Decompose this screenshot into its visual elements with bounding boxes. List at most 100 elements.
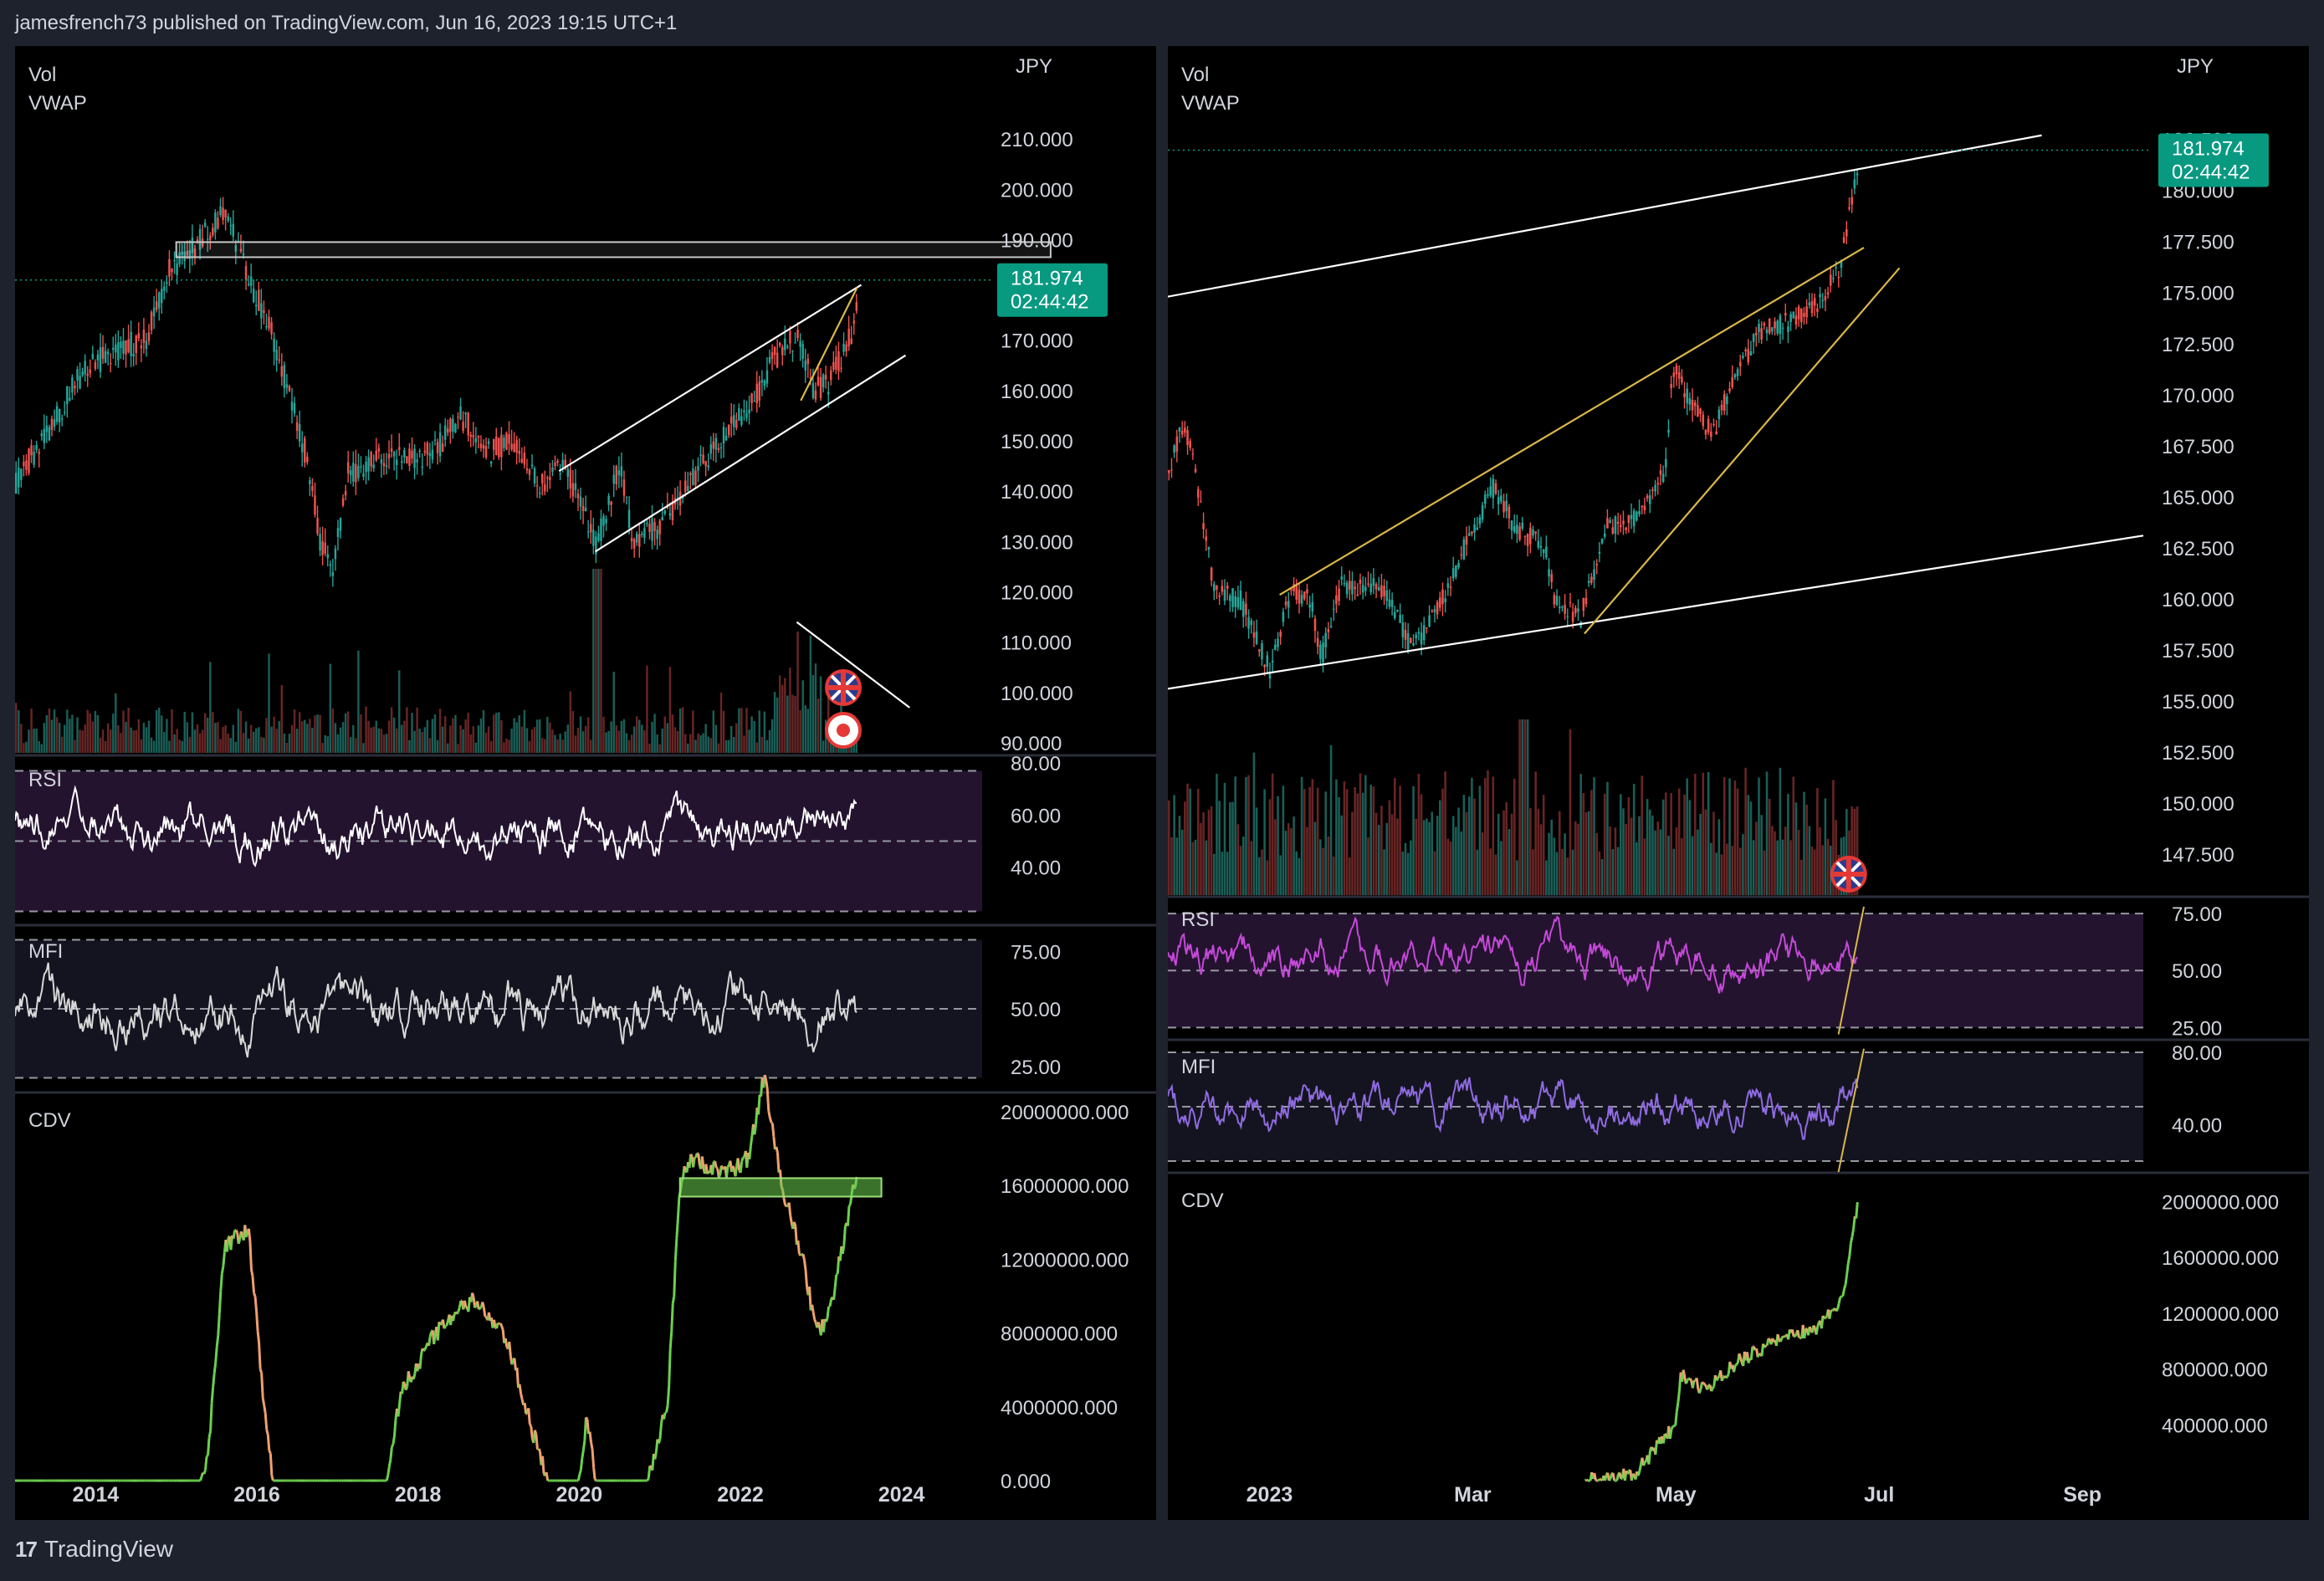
candle	[684, 480, 687, 492]
chart-panel-right[interactable]: 182.500180.000177.500175.000172.500170.0…	[1167, 46, 2309, 1520]
candle	[1584, 597, 1588, 605]
volume-bar	[1205, 840, 1208, 895]
candle	[1842, 237, 1845, 243]
uk-event-flag-icon[interactable]	[1830, 856, 1867, 893]
volume-bar	[801, 680, 804, 753]
japan-event-flag-icon[interactable]	[825, 712, 862, 749]
candle	[832, 361, 835, 370]
cdv-segment	[1843, 1284, 1847, 1290]
volume-bar	[1749, 801, 1753, 895]
volume-bar	[1354, 786, 1356, 895]
cdv-segment	[225, 1237, 230, 1252]
volume-bar	[293, 709, 296, 753]
volume-bar	[768, 729, 771, 753]
candle	[229, 225, 232, 227]
candle	[617, 470, 621, 476]
volume-bar	[765, 739, 769, 753]
candle	[635, 533, 638, 543]
volume-bar	[1250, 841, 1253, 895]
cdv-segment	[433, 1333, 437, 1345]
volume-bar	[668, 667, 672, 753]
volume-bar	[740, 708, 743, 753]
volume-bar	[1595, 832, 1599, 895]
cdv-segment	[801, 1253, 806, 1261]
volume-bar	[492, 714, 495, 753]
cdv-label: CDV	[28, 1109, 71, 1132]
candle	[733, 415, 735, 427]
volume-bar	[1579, 774, 1582, 895]
candle	[365, 461, 367, 473]
volume-bar	[1369, 785, 1372, 895]
candle	[1436, 601, 1439, 615]
candle	[1821, 299, 1825, 301]
volume-bar	[176, 729, 178, 753]
candle	[1374, 584, 1378, 590]
candle	[1781, 327, 1784, 329]
volume-bar	[270, 726, 273, 753]
volume-bar	[1394, 778, 1396, 895]
cdv-segment	[458, 1300, 463, 1308]
candle	[1577, 608, 1579, 612]
cdv-segment	[239, 1231, 244, 1236]
candle	[791, 350, 794, 352]
volume-bar	[1184, 801, 1186, 895]
volume-bar	[584, 725, 587, 753]
price-tick-label: 155.000	[2162, 691, 2234, 714]
price-tick-label: 170.000	[2162, 385, 2234, 407]
candle	[569, 469, 572, 489]
cdv-segment	[717, 1174, 722, 1179]
volume-bar	[648, 743, 651, 753]
candle	[1717, 409, 1721, 419]
cdv-tick-label: 12000000.000	[1001, 1249, 1129, 1271]
cdv-segment	[1841, 1288, 1845, 1297]
cdv-segment	[724, 1166, 729, 1179]
candle	[273, 338, 275, 352]
chart-panel-left[interactable]: 210.000200.000190.000180.000170.000160.0…	[14, 46, 1156, 1520]
candle	[505, 432, 508, 450]
volume-bar	[569, 691, 572, 753]
candle	[1758, 324, 1760, 332]
white-trendline	[1167, 134, 2042, 298]
volume-bar	[339, 727, 342, 753]
volume-bar	[1731, 846, 1734, 895]
volume-bar	[1545, 860, 1548, 895]
cdv-segment	[266, 1435, 271, 1451]
candle	[293, 402, 296, 414]
tradingview-footer[interactable]: 17 TradingView	[15, 1536, 173, 1563]
candle	[1744, 350, 1747, 351]
price-tick-label: 200.000	[1001, 179, 1073, 202]
volume-bar	[115, 693, 117, 753]
volume-bar	[498, 712, 500, 753]
cdv-segment	[846, 1205, 851, 1226]
candle	[1372, 578, 1375, 586]
uk-event-flag-icon[interactable]	[825, 669, 862, 706]
chart-left-svg[interactable]: 210.000200.000190.000180.000170.000160.0…	[14, 46, 1156, 1520]
volume-bar	[1268, 799, 1272, 895]
candle	[212, 228, 214, 236]
cdv-segment	[481, 1302, 485, 1308]
volume-bar	[1412, 785, 1415, 895]
cdv-segment	[255, 1311, 259, 1332]
cdv-segment	[757, 1094, 761, 1115]
cdv-segment	[1717, 1375, 1721, 1379]
volume-bar	[704, 724, 707, 753]
candle	[773, 346, 776, 356]
cdv-segment	[668, 1331, 673, 1349]
candle	[314, 495, 316, 515]
volume-bar	[232, 724, 234, 753]
volume-bar	[760, 736, 764, 753]
cdv-segment	[219, 1273, 223, 1292]
candle	[1412, 642, 1415, 646]
candle	[1521, 522, 1524, 529]
chart-right-svg[interactable]: 182.500180.000177.500175.000172.500170.0…	[1167, 46, 2309, 1520]
candle	[1651, 489, 1654, 491]
cdv-segment	[689, 1154, 694, 1158]
cdv-segment	[530, 1425, 534, 1439]
candle	[1712, 423, 1715, 426]
candle	[1399, 615, 1401, 623]
volume-bar	[74, 739, 76, 753]
volume-bar	[275, 729, 278, 753]
candle	[1194, 468, 1197, 473]
cdv-segment	[1702, 1382, 1706, 1385]
volume-bar	[168, 740, 171, 753]
